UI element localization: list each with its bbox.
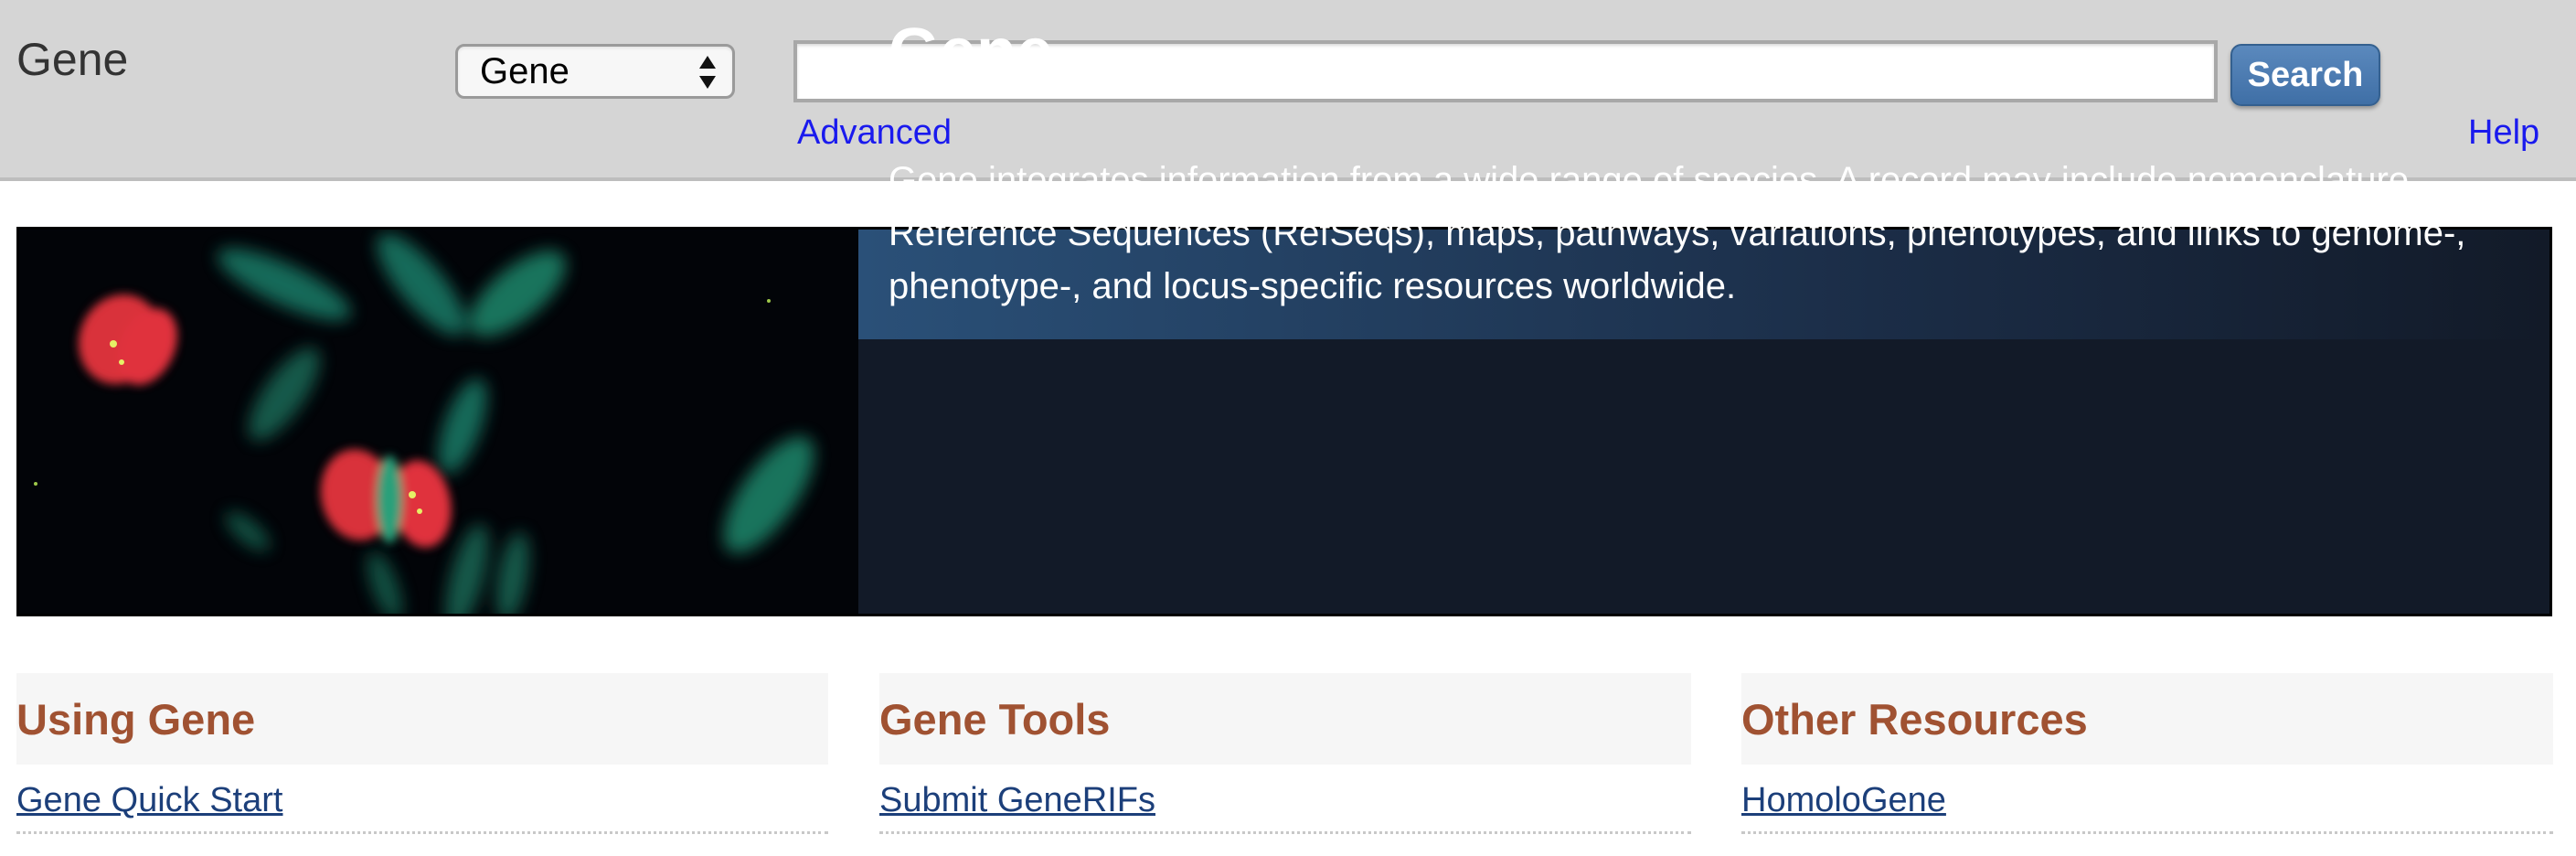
section-heading: Using Gene	[16, 673, 828, 765]
help-link[interactable]: Help	[2468, 113, 2539, 153]
database-select[interactable]: Gene	[455, 44, 735, 99]
submit-generifs-link[interactable]: Submit GeneRIFs	[879, 781, 1691, 834]
database-title: Gene	[16, 34, 129, 85]
search-button[interactable]: Search	[2230, 44, 2380, 106]
section-heading: Other Resources	[1741, 673, 2553, 765]
banner-title: Gene	[889, 16, 1054, 89]
gene-tools-section: Gene Tools Submit GeneRIFs	[879, 673, 1691, 834]
gene-quick-start-link[interactable]: Gene Quick Start	[16, 781, 828, 834]
advanced-search-link[interactable]: Advanced	[797, 113, 952, 153]
section-heading: Gene Tools	[879, 673, 1691, 765]
using-gene-section: Using Gene Gene Quick Start	[16, 673, 828, 834]
banner-description: Gene integrates information from a wide …	[889, 160, 2466, 306]
select-arrows-icon	[699, 56, 716, 89]
homologene-link[interactable]: HomoloGene	[1741, 781, 2553, 834]
other-resources-section: Other Resources HomoloGene	[1741, 673, 2553, 834]
chromosome-image	[19, 230, 858, 614]
database-select-value: Gene	[480, 50, 569, 91]
